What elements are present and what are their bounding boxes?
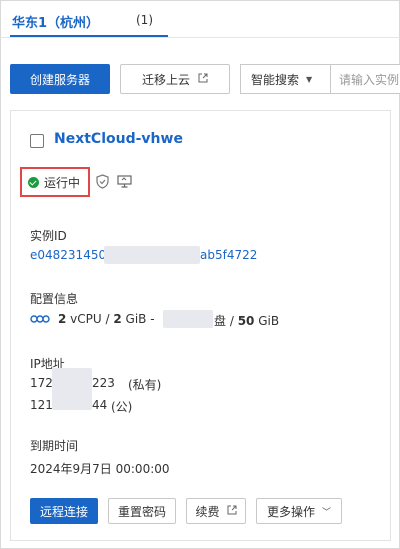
monitor-icon[interactable] [117, 175, 132, 188]
renew-label: 续费 [195, 504, 220, 519]
search-type-select[interactable]: 智能搜索 ▼ [241, 65, 331, 93]
migrate-label: 迁移上云 [141, 72, 190, 87]
disk-unit: GiB [254, 314, 280, 328]
more-actions-button[interactable]: 更多操作 ﹀ [256, 498, 342, 524]
search-type-label: 智能搜索 [251, 72, 300, 87]
instance-id-end[interactable]: ab5f4722 [200, 248, 257, 262]
shield-icon[interactable] [96, 174, 109, 189]
status-text: 运行中 [44, 176, 81, 190]
config-value: 2 vCPU / 2 GiB - [58, 312, 155, 326]
expire-label: 到期时间 [30, 439, 79, 453]
disk-size: 50 [237, 314, 255, 328]
migrate-to-cloud-button[interactable]: 迁移上云 [120, 64, 230, 94]
chevron-down-icon: ﹀ [322, 507, 332, 518]
vcpu-unit: vCPU / [66, 312, 114, 326]
instance-id-label: 实例ID [30, 229, 67, 243]
public-ip-start: 121 [30, 398, 53, 412]
more-actions-label: 更多操作 [266, 504, 315, 519]
remote-connect-button[interactable]: 远程连接 [30, 498, 98, 524]
memory-size: 2 [113, 312, 122, 326]
external-link-icon [227, 504, 237, 518]
public-ip-tag: (公) [111, 400, 133, 414]
config-label: 配置信息 [30, 292, 79, 306]
renew-button[interactable]: 续费 [186, 498, 246, 524]
instance-checkbox[interactable] [30, 134, 44, 148]
external-link-icon [198, 72, 208, 86]
public-ip-end: 44 [92, 398, 108, 412]
reset-password-label: 重置密码 [117, 504, 166, 519]
reset-password-button[interactable]: 重置密码 [108, 498, 176, 524]
private-ip-tag: (私有) [128, 378, 162, 392]
region-tabs: 华东1（杭州） (1) [0, 0, 400, 40]
tabs-divider [0, 37, 400, 38]
expire-value: 2024年9月7日 00:00:00 [30, 462, 170, 476]
tab-hangzhou[interactable]: 华东1（杭州） [12, 12, 99, 31]
redacted-ip [52, 368, 92, 410]
search-input[interactable]: 请输入实例 [339, 71, 399, 88]
private-ip-start: 172 [30, 376, 53, 390]
tab-instance-count: (1) [136, 13, 153, 27]
caret-down-icon: ▼ [306, 74, 313, 84]
create-server-button[interactable]: 创建服务器 [10, 64, 110, 94]
redacted-id [104, 246, 200, 264]
disk-value: 盘 / 50 GiB [214, 312, 279, 329]
search-box: 智能搜索 ▼ 请输入实例 [240, 64, 400, 94]
disk-suffix: 盘 / [214, 314, 238, 328]
vcpu-icon [30, 315, 50, 323]
create-server-label: 创建服务器 [29, 72, 90, 87]
redacted-disk-type [163, 310, 213, 328]
instance-name-link[interactable]: NextCloud-vhwe [54, 131, 183, 147]
instance-id-start[interactable]: e048231450 [30, 248, 106, 262]
running-check-icon [28, 177, 39, 188]
memory-unit: GiB - [121, 312, 155, 326]
private-ip-end: 223 [92, 376, 115, 390]
remote-connect-label: 远程连接 [39, 504, 88, 519]
